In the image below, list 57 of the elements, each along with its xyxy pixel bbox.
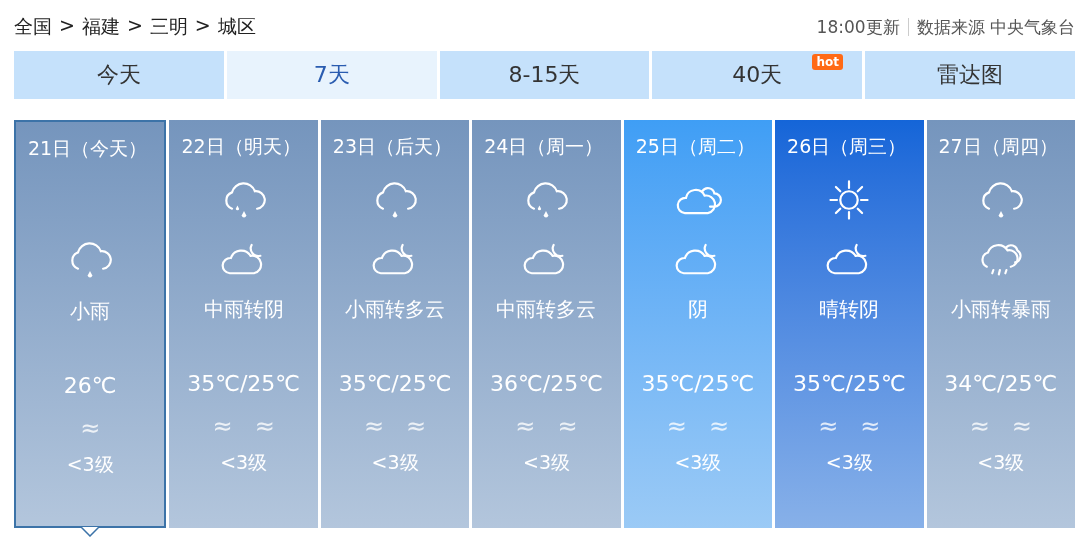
wind-level: <3级 xyxy=(825,450,873,475)
breadcrumb-separator: > xyxy=(126,14,143,38)
weather-label: 阴 xyxy=(687,296,708,323)
temperature: 35℃/25℃ xyxy=(792,371,906,396)
weather-label: 小雨转多云 xyxy=(345,296,446,323)
temperature: 35℃/25℃ xyxy=(641,371,755,396)
date-label: 23日（后天） xyxy=(331,134,453,159)
wind-direction: ≈ xyxy=(860,412,881,440)
wind-direction: ≈ xyxy=(515,412,536,440)
wind-direction: ≈ xyxy=(212,412,233,440)
weather-label: 小雨 xyxy=(70,298,111,325)
wind-level: <3级 xyxy=(522,450,570,475)
temperature: 35℃/25℃ xyxy=(338,371,452,396)
wind-direction: ≈ xyxy=(557,412,578,440)
weather-label: 小雨转暴雨 xyxy=(950,296,1051,323)
tab[interactable]: 7天 xyxy=(226,51,437,99)
wind-direction: ≈ xyxy=(969,412,990,440)
wind-level: <3级 xyxy=(371,450,419,475)
wind-direction: ≈ xyxy=(363,412,385,440)
update-time: 18:00更新 xyxy=(816,15,900,39)
pointer-icon xyxy=(81,527,100,537)
date-label: 25日（周二） xyxy=(634,134,755,159)
temperature: 34℃/25℃ xyxy=(944,371,1058,396)
date-label: 22日（明天） xyxy=(180,134,301,159)
wind-direction: ≈ xyxy=(254,412,275,440)
wind-direction: ≈ xyxy=(1011,412,1032,440)
wind-level: <3级 xyxy=(977,450,1025,475)
breadcrumb-link[interactable]: 三明 xyxy=(149,14,188,40)
hot-badge: hot xyxy=(812,54,843,70)
weather-label: 中雨转阴 xyxy=(203,296,284,323)
temperature: 26℃ xyxy=(63,373,117,398)
day-card[interactable]: 26日（周三） 晴转阴 35℃/25℃ ≈ ≈ <3级 xyxy=(775,120,924,528)
breadcrumb-separator: > xyxy=(59,14,75,38)
wind-level: <3级 xyxy=(674,450,722,475)
breadcrumb-link[interactable]: 全国 xyxy=(14,14,52,40)
breadcrumb-separator: > xyxy=(194,14,211,38)
wind-level: <3级 xyxy=(220,450,268,475)
tab[interactable]: 8-15天 xyxy=(439,51,650,99)
breadcrumb-link[interactable]: 福建 xyxy=(81,14,120,40)
date-label: 21日（今天） xyxy=(27,136,148,161)
wind-direction: ≈ xyxy=(666,412,687,440)
wind-direction: ≈ xyxy=(708,412,729,440)
date-label: 26日（周三） xyxy=(786,134,907,159)
breadcrumb-link[interactable]: 城区 xyxy=(217,14,256,40)
data-source: 数据来源 中央气象台 xyxy=(916,15,1075,39)
tab[interactable]: 雷达图 xyxy=(865,51,1075,99)
tab[interactable]: 今天 xyxy=(14,51,224,99)
temperature: 35℃/25℃ xyxy=(187,371,301,396)
weather-label: 晴转阴 xyxy=(819,296,880,323)
wind-direction: ≈ xyxy=(406,412,427,440)
date-label: 27日（周四） xyxy=(937,134,1058,159)
temperature: 36℃/25℃ xyxy=(490,371,603,396)
wind-direction: ≈ xyxy=(80,414,101,442)
wind-level: <3级 xyxy=(66,452,114,477)
weather-label: 中雨转多云 xyxy=(496,296,597,323)
wind-direction: ≈ xyxy=(818,412,839,440)
date-label: 24日（周一） xyxy=(483,134,604,159)
